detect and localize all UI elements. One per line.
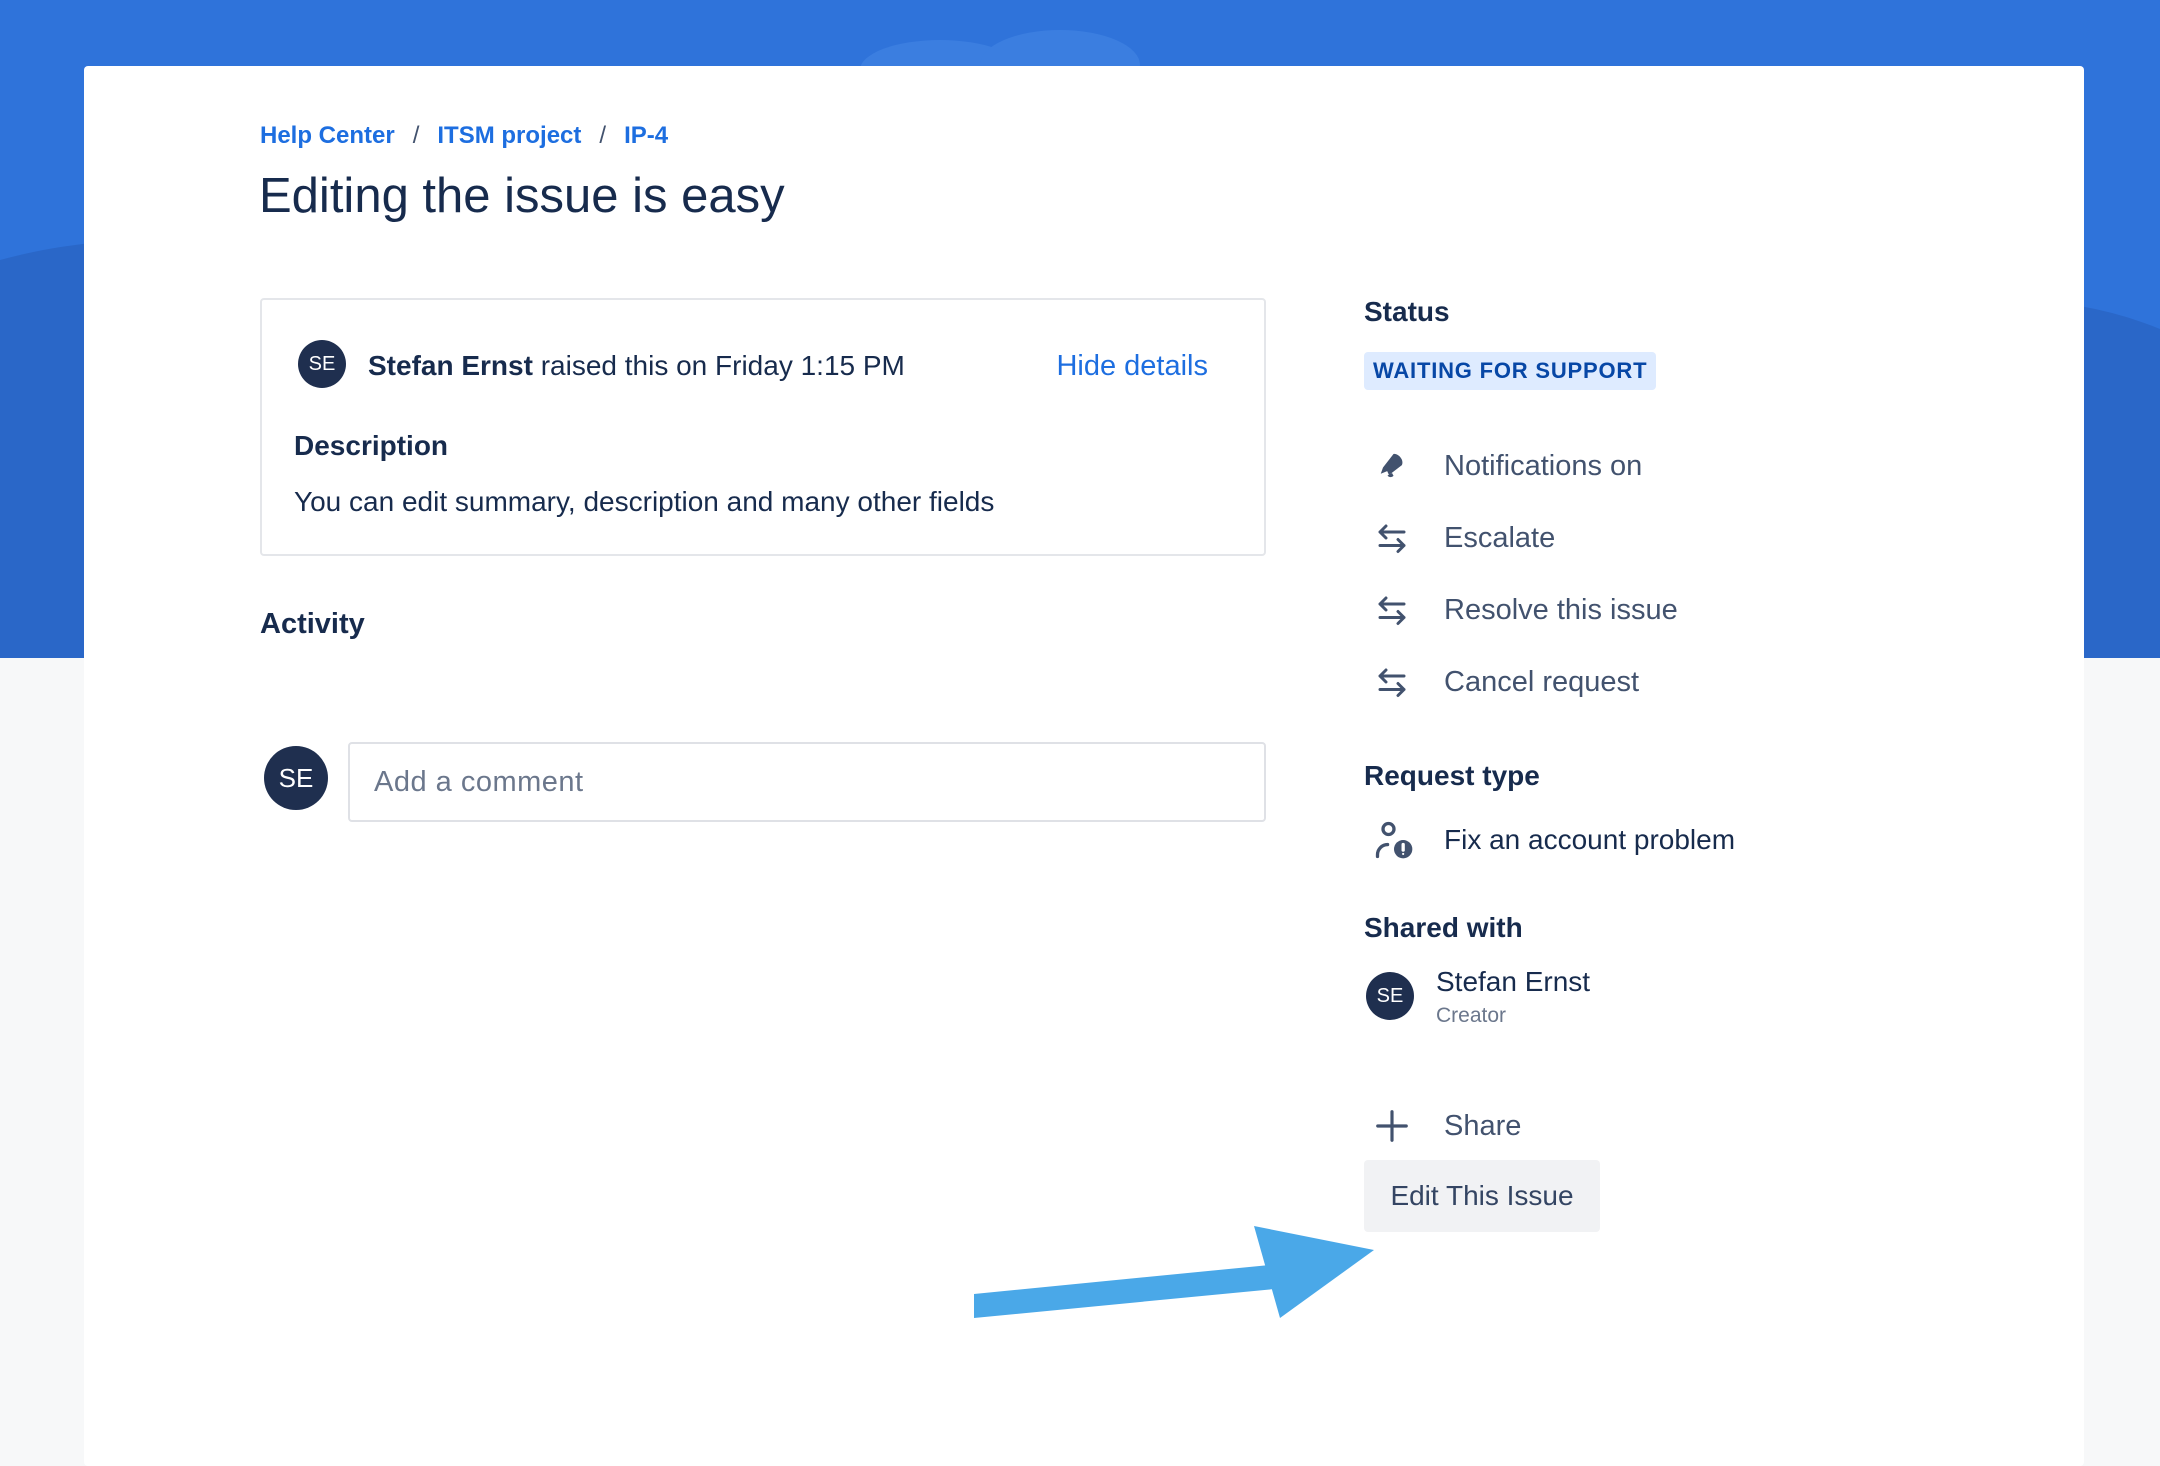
activity-heading: Activity <box>260 608 365 640</box>
transition-arrows-icon <box>1372 662 1412 702</box>
page-title: Editing the issue is easy <box>259 169 785 223</box>
avatar: SE <box>1366 972 1414 1020</box>
edit-issue-button[interactable]: Edit This Issue <box>1364 1160 1600 1232</box>
request-type-label: Request type <box>1364 760 1540 791</box>
author-name: Stefan Ernst <box>368 350 533 381</box>
raised-by-line: Stefan Ernst raised this on Friday 1:15 … <box>368 350 905 382</box>
description-text: You can edit summary, description and ma… <box>294 486 995 517</box>
avatar: SE <box>298 340 346 388</box>
share-button[interactable]: Share <box>1372 1106 1521 1146</box>
bell-icon <box>1372 446 1412 486</box>
breadcrumb-separator: / <box>412 122 420 149</box>
raised-timestamp: raised this on Friday 1:15 PM <box>532 350 905 381</box>
request-details: SE Stefan Ernst raised this on Friday 1:… <box>260 298 1266 556</box>
share-label: Share <box>1444 1109 1522 1142</box>
breadcrumb-separator: / <box>599 122 607 149</box>
avatar: SE <box>264 746 328 810</box>
status-label: Status <box>1364 296 1450 327</box>
request-type-value: Fix an account problem <box>1444 824 1736 855</box>
shared-with-label: Shared with <box>1364 912 1523 943</box>
action-label: Cancel request <box>1444 665 1640 698</box>
action-label: Escalate <box>1444 521 1556 554</box>
shared-user: SE Stefan Ernst Creator <box>1366 966 1590 1028</box>
request-type: Fix an account problem <box>1372 818 1735 862</box>
notifications-toggle[interactable]: Notifications on <box>1372 446 1642 486</box>
annotation-arrow-icon <box>974 1226 1374 1318</box>
action-label: Resolve this issue <box>1444 593 1678 626</box>
plus-icon <box>1372 1106 1412 1146</box>
comment-input[interactable] <box>348 742 1266 822</box>
shared-user-name: Stefan Ernst <box>1436 966 1591 997</box>
description-label: Description <box>294 430 449 461</box>
shared-user-role: Creator <box>1436 1004 1507 1027</box>
breadcrumb-help-center[interactable]: Help Center <box>260 122 395 150</box>
action-label: Notifications on <box>1444 449 1643 482</box>
hide-details-link[interactable]: Hide details <box>1056 350 1208 383</box>
transition-arrows-icon <box>1372 518 1412 558</box>
transition-arrows-icon <box>1372 590 1412 630</box>
breadcrumb-project[interactable]: ITSM project <box>437 122 581 150</box>
breadcrumb-issue-key[interactable]: IP-4 <box>624 122 668 150</box>
resolve-action[interactable]: Resolve this issue <box>1372 590 1678 630</box>
breadcrumb: Help Center / ITSM project / IP-4 <box>260 122 668 150</box>
user-warning-icon <box>1372 818 1416 862</box>
status-badge: WAITING FOR SUPPORT <box>1364 352 1657 390</box>
escalate-action[interactable]: Escalate <box>1372 518 1555 558</box>
request-card: Help Center / ITSM project / IP-4 Editin… <box>84 66 2084 1466</box>
cancel-request-action[interactable]: Cancel request <box>1372 662 1639 702</box>
